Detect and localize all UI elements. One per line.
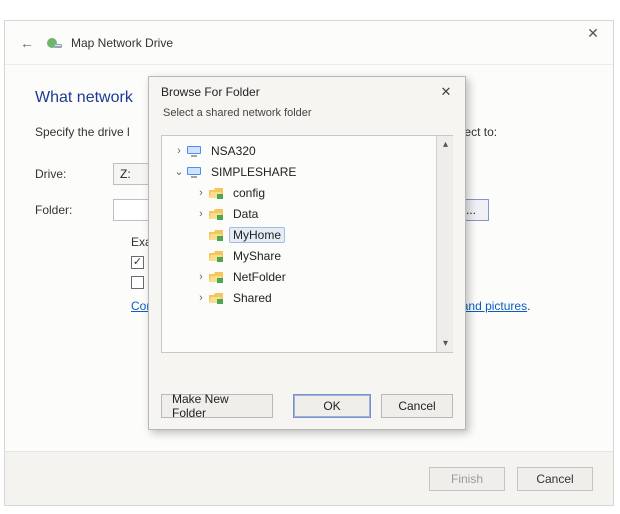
share-folder-icon	[208, 186, 224, 200]
tree-item-myhome[interactable]: MyHome	[168, 224, 453, 245]
tree-label: config	[229, 185, 269, 201]
folder-tree: › NSA320 ⌄ SIMPLESHARE › config	[162, 136, 453, 312]
window-header: ← Map Network Drive	[5, 21, 613, 65]
tree-item-netfolder[interactable]: › NetFolder	[168, 266, 453, 287]
dialog-titlebar: Browse For Folder ✕	[149, 77, 465, 107]
scroll-up-icon[interactable]: ▴	[437, 136, 453, 153]
dialog-button-bar: Make New Folder OK Cancel	[149, 383, 465, 429]
make-new-folder-button[interactable]: Make New Folder	[161, 394, 273, 418]
share-folder-icon	[208, 291, 224, 305]
reconnect-checkbox[interactable]: ✓	[131, 256, 144, 269]
tree-item-shared[interactable]: › Shared	[168, 287, 453, 308]
finish-button[interactable]: Finish	[429, 467, 505, 491]
dialog-title: Browse For Folder	[161, 85, 260, 99]
dialog-cancel-button[interactable]: Cancel	[381, 394, 453, 418]
share-folder-icon	[208, 207, 224, 221]
tree-label: MyShare	[229, 248, 285, 264]
expand-icon[interactable]: ›	[194, 208, 208, 220]
share-folder-icon	[208, 249, 224, 263]
computer-icon	[186, 165, 202, 179]
browse-folder-dialog: Browse For Folder ✕ Select a shared netw…	[148, 76, 466, 430]
tree-label: Shared	[229, 290, 276, 306]
tree-item-simpleshare[interactable]: ⌄ SIMPLESHARE	[168, 161, 453, 182]
drive-value: Z:	[120, 167, 131, 181]
tree-label: NSA320	[207, 143, 260, 159]
dialog-close-button[interactable]: ✕	[437, 83, 455, 101]
credentials-checkbox[interactable]	[131, 276, 144, 289]
scroll-down-icon[interactable]: ▾	[437, 335, 453, 352]
expand-icon[interactable]: ›	[194, 292, 208, 304]
tree-scrollbar[interactable]: ▴ ▾	[436, 136, 453, 352]
folder-label: Folder:	[35, 203, 113, 217]
drive-label: Drive:	[35, 167, 113, 181]
instruction-left: Specify the drive l	[35, 125, 130, 139]
share-folder-icon	[208, 270, 224, 284]
computer-icon	[186, 144, 202, 158]
tree-label: Data	[229, 206, 262, 222]
dialog-subtitle: Select a shared network folder	[149, 107, 465, 129]
window-title: Map Network Drive	[71, 36, 173, 50]
tree-label: SIMPLESHARE	[207, 164, 300, 180]
tree-item-nsa320[interactable]: › NSA320	[168, 140, 453, 161]
tree-label-selected: MyHome	[229, 227, 285, 243]
footer-bar: Finish Cancel	[5, 451, 613, 505]
cancel-button[interactable]: Cancel	[517, 467, 593, 491]
tree-label: NetFolder	[229, 269, 290, 285]
network-drive-icon	[47, 35, 63, 51]
ok-button[interactable]: OK	[293, 394, 371, 418]
tree-item-myshare[interactable]: MyShare	[168, 245, 453, 266]
folder-tree-pane: › NSA320 ⌄ SIMPLESHARE › config	[161, 135, 453, 353]
expand-icon[interactable]: ›	[194, 271, 208, 283]
share-folder-icon	[208, 228, 224, 242]
tree-item-config[interactable]: › config	[168, 182, 453, 203]
expand-icon[interactable]: ›	[172, 145, 186, 157]
back-button[interactable]: ←	[17, 33, 37, 53]
collapse-icon[interactable]: ⌄	[172, 165, 186, 178]
expand-icon[interactable]: ›	[194, 187, 208, 199]
tree-item-data[interactable]: › Data	[168, 203, 453, 224]
